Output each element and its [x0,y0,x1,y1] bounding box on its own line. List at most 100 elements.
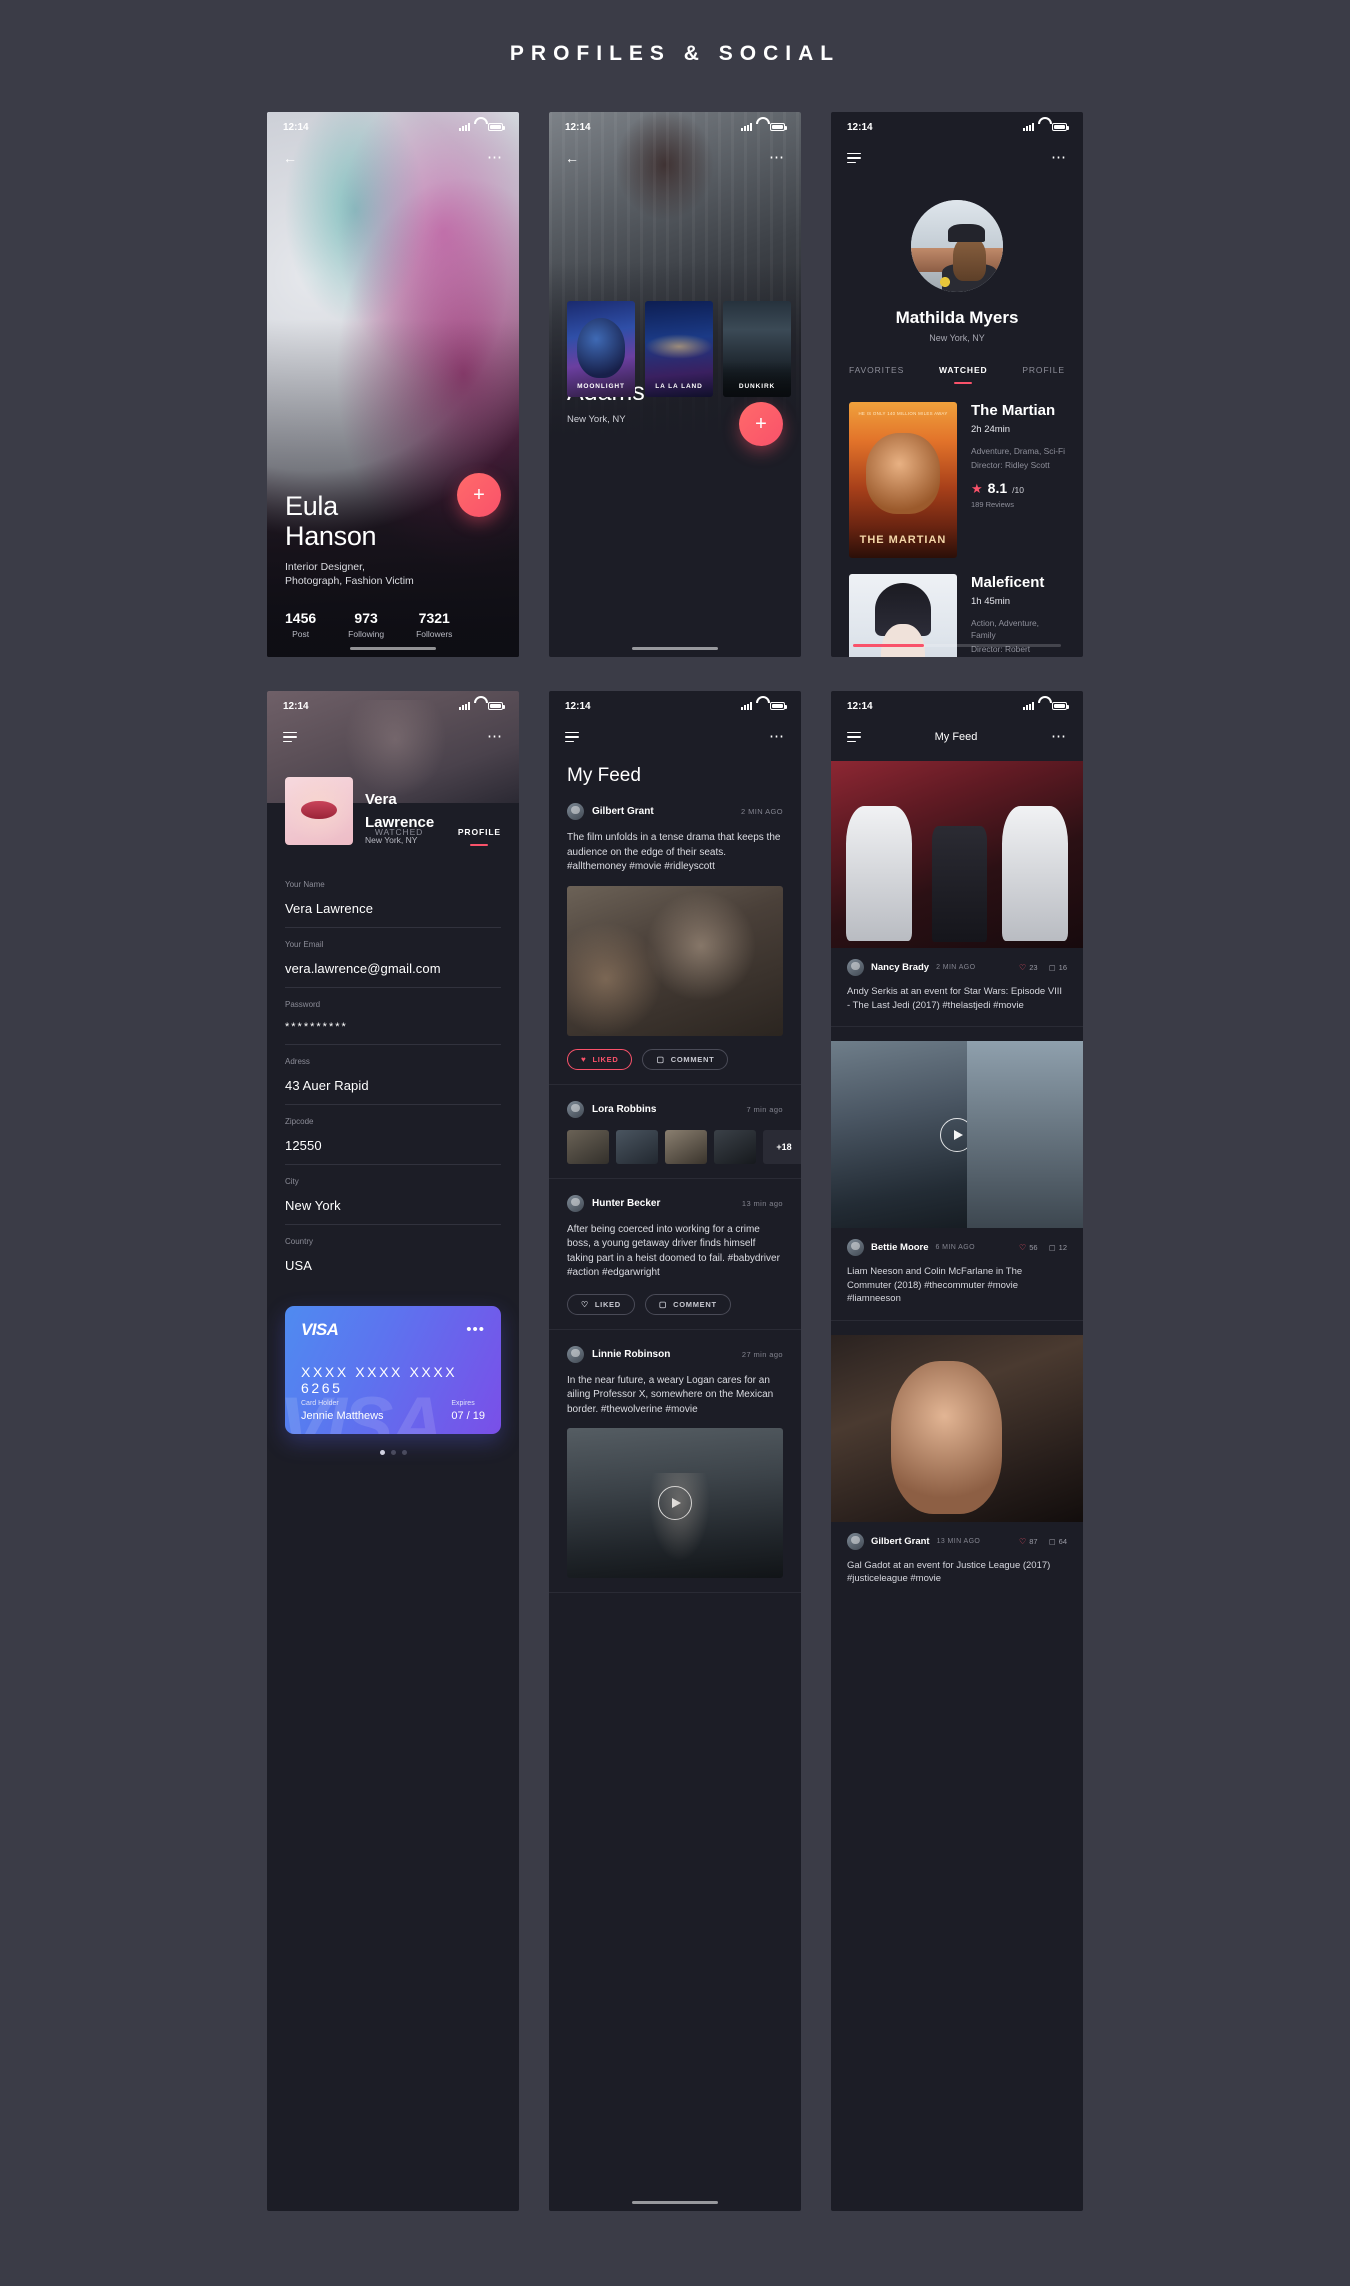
post-author[interactable]: Bettie Moore 6 MIN AGO [847,1239,975,1256]
avatar-container [831,200,1083,292]
more-options-icon[interactable]: ⋯ [487,729,503,744]
list-item[interactable]: Gilbert Grant 2 MIN AGO The film unfolds… [549,787,801,1085]
scrollbar[interactable] [853,644,1061,647]
profile-location: New York, NY [365,835,418,845]
post-author[interactable]: Hunter Becker [567,1194,660,1212]
like-value: 23 [1029,963,1038,972]
back-icon[interactable]: ← [283,150,297,166]
carousel-dots[interactable] [267,1450,519,1455]
movie-poster[interactable]: MOONLIGHT [567,301,635,397]
name-input[interactable]: Vera Lawrence [285,901,501,916]
post-header: Hunter Becker 13 min ago [567,1194,783,1212]
table-row[interactable]: HE IS ONLY 140 MILLION MILES AWAY THE MA… [831,402,1083,558]
like-button[interactable]: ♡ LIKED [567,1293,635,1315]
tab-favorites[interactable]: FAVORITES [849,365,904,384]
list-item[interactable]: Bettie Moore 6 MIN AGO ♡ 56 ▢ 12 Liam Nees… [831,1041,1083,1321]
email-input[interactable]: vera.lawrence@gmail.com [285,961,501,976]
movie-poster[interactable]: DUNKIRK [723,301,791,397]
zipcode-input[interactable]: 12550 [285,1138,501,1153]
card-expires-value: 07 / 19 [451,1410,485,1422]
post-image[interactable] [831,761,1083,948]
field-country[interactable]: Country USA [285,1225,501,1284]
tab-profile[interactable]: PROFILE [458,827,501,846]
status-time: 12:14 [565,700,591,712]
more-options-icon[interactable]: ⋯ [769,150,785,165]
back-icon[interactable]: ← [565,150,579,166]
like-button[interactable]: ♥ LIKED [567,1048,633,1070]
field-your-email[interactable]: Your Email vera.lawrence@gmail.com [285,928,501,988]
menu-icon[interactable] [565,731,579,743]
menu-icon[interactable] [847,152,861,164]
post-stats: ♡ 56 ▢ 12 [1019,1243,1067,1252]
thumbnail[interactable] [616,1129,658,1164]
list-item[interactable]: Linnie Robinson 27 min ago In the near f… [549,1330,801,1593]
more-options-icon[interactable]: ⋯ [487,150,503,165]
like-count[interactable]: ♡ 56 [1019,1243,1038,1252]
field-label: Country [285,1237,314,1246]
post-video[interactable] [567,1428,783,1578]
avatar [567,803,584,820]
add-button[interactable]: + [739,402,783,446]
post-author[interactable]: Nancy Brady 2 MIN AGO [847,959,975,976]
signal-icon [459,702,470,710]
card-expires-block: Expires 07 / 19 [451,1400,485,1422]
card-more-options-icon[interactable]: ••• [466,1322,485,1337]
menu-icon[interactable] [283,731,297,743]
page-title: PROFILES & SOCIAL [509,42,841,65]
field-address[interactable]: Adress 43 Auer Rapid [285,1045,501,1105]
thumbnail-more[interactable]: +18 [763,1129,801,1164]
comment-count[interactable]: ▢ 12 [1049,1243,1067,1252]
password-input[interactable]: ********** [285,1021,501,1033]
country-input[interactable]: USA [285,1258,501,1273]
heart-icon: ♡ [1019,1243,1027,1252]
field-city[interactable]: City New York [285,1165,501,1225]
comment-button[interactable]: ▢ COMMENT [642,1048,729,1070]
menu-icon[interactable] [847,731,861,743]
play-icon[interactable] [658,1486,692,1520]
battery-icon [1052,123,1069,131]
field-your-name[interactable]: Your Name Vera Lawrence [285,868,501,928]
post-author[interactable]: Gilbert Grant 13 MIN AGO [847,1532,980,1550]
city-input[interactable]: New York [285,1198,501,1213]
tab-watched[interactable]: WATCHED [939,365,988,384]
thumbnail[interactable] [714,1129,756,1164]
home-indicator [632,2201,718,2204]
add-button[interactable]: + [457,473,501,517]
more-options-icon[interactable]: ⋯ [1051,150,1067,165]
avatar[interactable] [911,200,1003,292]
thumbnail[interactable] [567,1129,609,1164]
movie-poster[interactable]: LA LA LAND [645,301,713,397]
post-author[interactable]: Linnie Robinson [567,1345,670,1363]
list-item[interactable]: Nancy Brady 2 MIN AGO ♡ 23 ▢ 16 Andy Serki… [831,761,1083,1027]
field-zipcode[interactable]: Zipcode 12550 [285,1105,501,1165]
play-icon[interactable] [940,1117,974,1152]
post-image[interactable] [831,1334,1083,1522]
post-timestamp: 6 MIN AGO [935,1244,975,1251]
field-password[interactable]: Password ********** [285,988,501,1045]
post-image[interactable] [567,885,783,1036]
like-count[interactable]: ♡ 87 [1019,1537,1038,1546]
post-video[interactable] [831,1041,1083,1228]
list-item[interactable]: Gilbert Grant 13 MIN AGO ♡ 87 ▢ 64 Gal Gad… [831,1334,1083,1600]
comment-count[interactable]: ▢ 64 [1049,1537,1067,1546]
credit-card[interactable]: VISA VISA ••• XXXX XXXX XXXX 6265 Card H… [285,1306,501,1434]
stat-following: 973 Following [348,610,384,639]
movie-poster[interactable]: HE IS ONLY 140 MILLION MILES AWAY THE MA… [849,402,957,558]
avatar[interactable] [285,777,353,845]
list-item[interactable]: Hunter Becker 13 min ago After being coe… [549,1179,801,1330]
comment-label: COMMENT [673,1299,717,1309]
address-input[interactable]: 43 Auer Rapid [285,1078,501,1093]
list-item[interactable]: Lora Robbins 7 min ago +18 [549,1085,801,1179]
thumbnail[interactable] [665,1129,707,1164]
more-options-icon[interactable]: ⋯ [769,729,785,744]
rating-value: 8.1 [987,480,1008,496]
post-author[interactable]: Gilbert Grant [567,803,654,820]
status-icons [459,123,505,131]
tab-profile[interactable]: PROFILE [1022,365,1065,384]
like-count[interactable]: ♡ 23 [1019,963,1038,972]
post-author[interactable]: Lora Robbins [567,1100,656,1118]
comment-button[interactable]: ▢ COMMENT [644,1293,731,1315]
comment-count[interactable]: ▢ 16 [1049,963,1067,972]
more-options-icon[interactable]: ⋯ [1051,729,1067,744]
poster-caption: DUNKIRK [738,383,776,390]
